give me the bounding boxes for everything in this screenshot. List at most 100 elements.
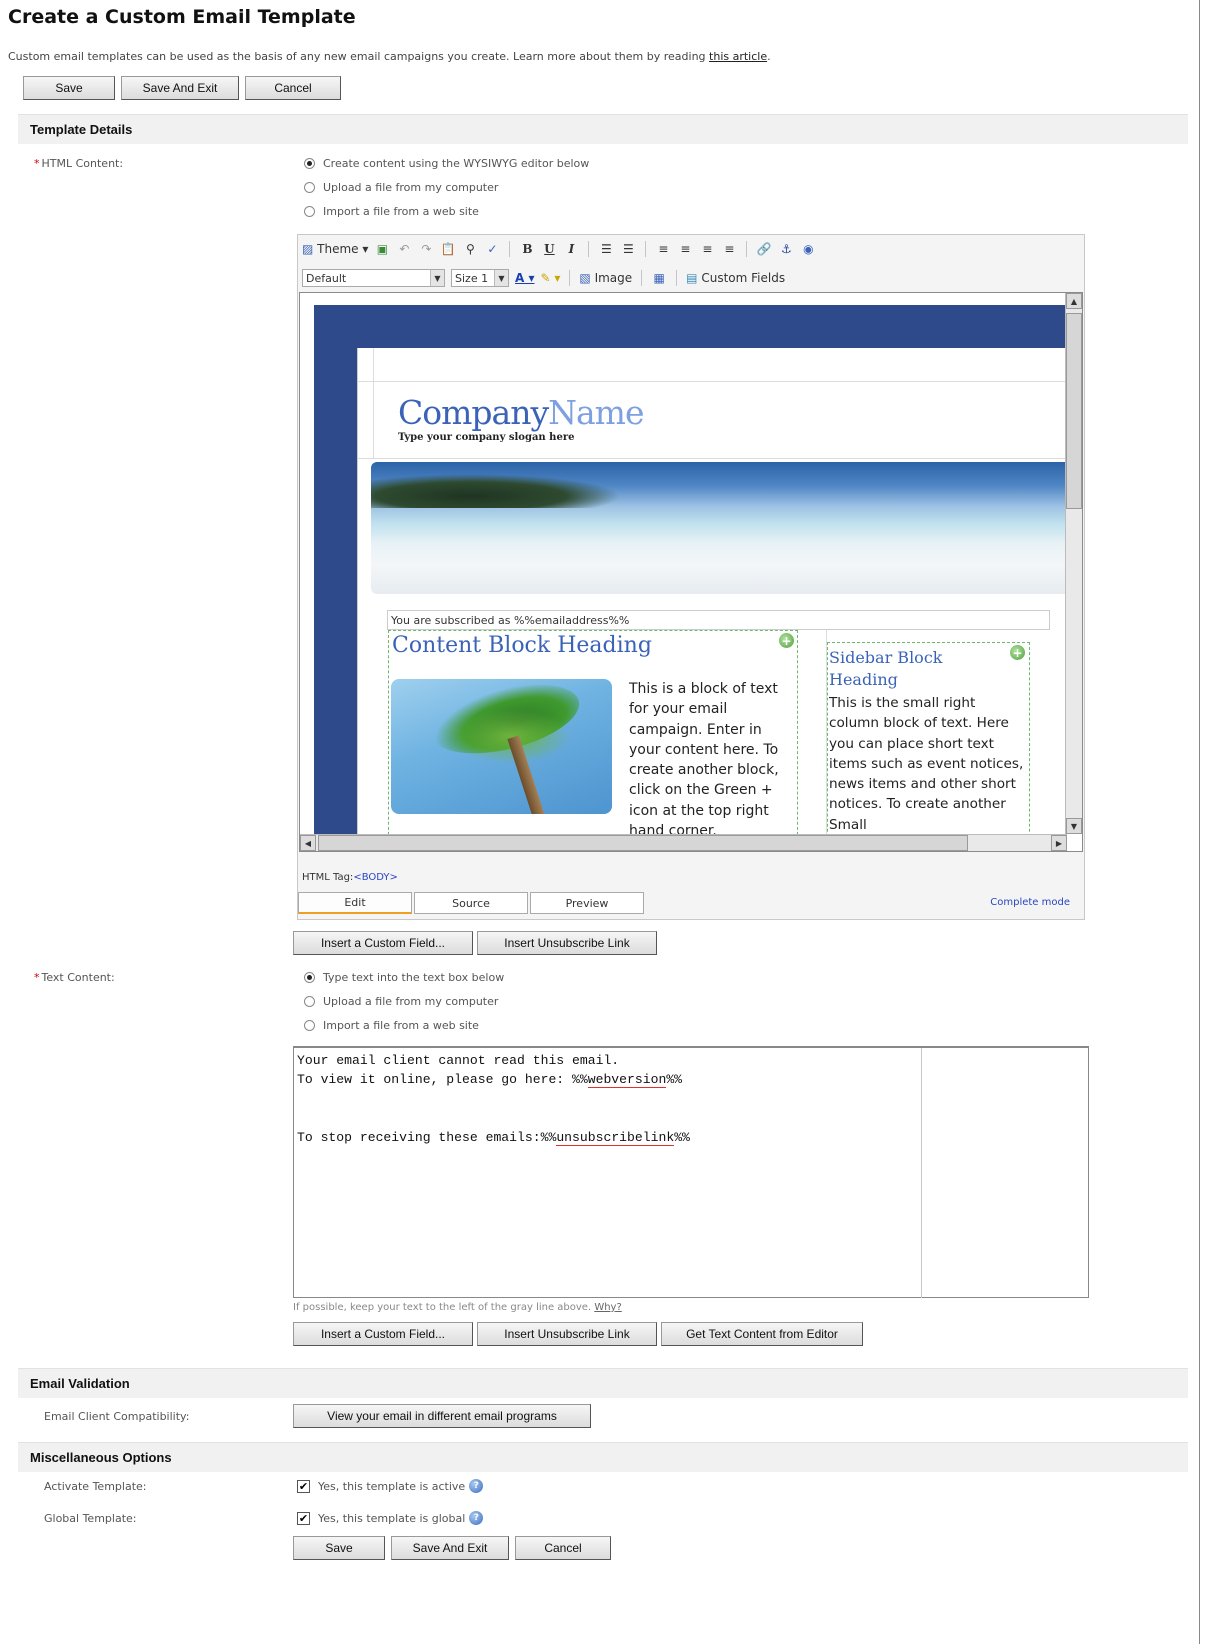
cancel-button-bottom[interactable]: Cancel (515, 1536, 611, 1560)
tab-source[interactable]: Source (414, 892, 528, 914)
radio-button[interactable] (304, 996, 315, 1007)
undo-icon[interactable]: ↶ (396, 240, 412, 258)
scrollbar-thumb[interactable] (318, 835, 968, 851)
help-icon[interactable]: ? (469, 1511, 484, 1525)
horizontal-scrollbar[interactable]: ◀ ▶ (300, 834, 1067, 851)
text-option-upload[interactable]: Upload a file from my computer (304, 995, 498, 1008)
custom-fields-label: Custom Fields (701, 271, 786, 285)
radio-button[interactable] (304, 158, 315, 169)
get-text-content-button[interactable]: Get Text Content from Editor (661, 1322, 863, 1346)
article-link[interactable]: this article (709, 50, 767, 63)
justify-icon[interactable]: ≡ (721, 240, 737, 258)
tab-edit[interactable]: Edit (298, 892, 412, 914)
intro-sentence: Custom email templates can be used as th… (8, 50, 710, 63)
sidebar-block[interactable]: Sidebar Block Heading + This is the smal… (827, 642, 1030, 851)
scroll-right-icon[interactable]: ▶ (1051, 835, 1067, 851)
insert-custom-field-button[interactable]: Insert a Custom Field... (293, 931, 473, 955)
tab-preview[interactable]: Preview (530, 892, 644, 914)
editor-canvas[interactable]: CompanyName Type your company slogan her… (299, 292, 1083, 852)
table-icon[interactable]: ▦ (651, 269, 667, 287)
page-title: Create a Custom Email Template (8, 6, 356, 28)
why-link[interactable]: Why? (594, 1302, 621, 1313)
text-width-guide-line (921, 1048, 922, 1298)
save-and-exit-button[interactable]: Save And Exit (121, 76, 239, 100)
redo-icon[interactable]: ↷ (418, 240, 434, 258)
view-in-email-programs-button[interactable]: View your email in different email progr… (293, 1404, 591, 1428)
global-template-option[interactable]: ✔ Yes, this template is global? (297, 1511, 484, 1525)
align-center-icon[interactable]: ≡ (677, 240, 693, 258)
text-content-value[interactable]: Your email client cannot read this email… (297, 1051, 690, 1147)
custom-fields-button[interactable]: ▤ Custom Fields (686, 269, 785, 287)
text-token-end: %% (674, 1129, 690, 1145)
underline-icon[interactable]: U (541, 240, 557, 258)
unordered-list-icon[interactable]: ☰ (620, 240, 636, 258)
radio-button[interactable] (304, 972, 315, 983)
spellcheck-icon[interactable]: ✓ (484, 240, 500, 258)
align-right-icon[interactable]: ≡ (699, 240, 715, 258)
bold-icon[interactable]: B (519, 240, 535, 258)
toolbar-separator (645, 241, 647, 257)
insert-image-button[interactable]: ▧ Image (579, 269, 632, 287)
vertical-scrollbar[interactable]: ▲ ▼ (1065, 293, 1082, 834)
text-option-import[interactable]: Import a file from a web site (304, 1019, 479, 1032)
activate-template-label: Activate Template: (44, 1480, 147, 1493)
help-icon[interactable]: ◉ (800, 240, 816, 258)
activate-template-text: Yes, this template is active (318, 1479, 466, 1493)
editor-toolbar-top: ▨ Theme ▾ ▣ ↶ ↷ 📋 ⚲ ✓ B U I ☰ ☰ ≡ ≡ ≡ ≡ … (298, 235, 1084, 263)
radio-button[interactable] (304, 1020, 315, 1031)
text-option-label: Type text into the text box below (323, 971, 505, 984)
toolbar-separator (588, 241, 590, 257)
find-icon[interactable]: ⚲ (462, 240, 478, 258)
link-icon[interactable]: 🔗 (756, 240, 772, 258)
size-select-value: Size 1 (455, 271, 489, 285)
align-left-icon[interactable]: ≡ (655, 240, 671, 258)
activate-template-checkbox[interactable]: ✔ (297, 1479, 310, 1493)
content-block[interactable]: Content Block Heading + This is a block … (388, 630, 798, 850)
text-line: To stop receiving these emails:%% (297, 1129, 557, 1145)
html-option-label: Import a file from a web site (323, 205, 479, 218)
html-tag-link[interactable]: <BODY> (353, 872, 398, 883)
complete-mode-link[interactable]: Complete mode (990, 897, 1070, 908)
scroll-left-icon[interactable]: ◀ (300, 835, 316, 851)
highlight-color-icon[interactable]: ✎ ▾ (541, 269, 561, 287)
text-token-end: %% (666, 1072, 683, 1088)
ordered-list-icon[interactable]: ☰ (598, 240, 614, 258)
theme-menu[interactable]: ▨ Theme ▾ (302, 240, 368, 258)
activate-template-option[interactable]: ✔ Yes, this template is active? (297, 1479, 484, 1493)
html-content-label: * HTML Content: (34, 157, 123, 170)
insert-unsubscribe-link-button-text[interactable]: Insert Unsubscribe Link (477, 1322, 657, 1346)
scroll-up-icon[interactable]: ▲ (1066, 293, 1082, 309)
scroll-down-icon[interactable]: ▼ (1066, 818, 1082, 834)
radio-button[interactable] (304, 182, 315, 193)
text-line: To view it online, please go here: %% (297, 1072, 588, 1088)
text-content-label: * Text Content: (34, 971, 115, 984)
add-sidebar-block-icon[interactable]: + (1010, 645, 1025, 660)
italic-icon[interactable]: I (563, 240, 579, 258)
wysiwyg-editor: ▨ Theme ▾ ▣ ↶ ↷ 📋 ⚲ ✓ B U I ☰ ☰ ≡ ≡ ≡ ≡ … (297, 234, 1085, 920)
html-option-wysiwyg[interactable]: Create content using the WYSIWYG editor … (304, 157, 589, 170)
insert-custom-field-button-text[interactable]: Insert a Custom Field... (293, 1322, 473, 1346)
global-template-checkbox[interactable]: ✔ (297, 1511, 310, 1525)
save-and-exit-button-bottom[interactable]: Save And Exit (391, 1536, 509, 1560)
help-icon[interactable]: ? (469, 1479, 484, 1493)
text-content-textarea[interactable]: Your email client cannot read this email… (293, 1046, 1089, 1298)
scrollbar-thumb[interactable] (1066, 313, 1082, 509)
radio-button[interactable] (304, 206, 315, 217)
hint-text: If possible, keep your text to the left … (293, 1302, 595, 1313)
anchor-icon[interactable]: ⚓ (778, 240, 794, 258)
html-option-upload[interactable]: Upload a file from my computer (304, 181, 498, 194)
html-tag-label: HTML Tag: (302, 872, 354, 883)
size-select[interactable]: Size 1 ▼ (451, 269, 509, 287)
paste-icon[interactable]: 📋 (440, 240, 456, 258)
save-button-bottom[interactable]: Save (293, 1536, 385, 1560)
save-button[interactable]: Save (23, 76, 115, 100)
add-block-icon[interactable]: + (779, 633, 794, 648)
font-color-icon[interactable]: A ▾ (515, 269, 535, 287)
intro-text: Custom email templates can be used as th… (8, 50, 771, 63)
image-manager-icon[interactable]: ▣ (374, 240, 390, 258)
insert-unsubscribe-link-button[interactable]: Insert Unsubscribe Link (477, 931, 657, 955)
text-option-type[interactable]: Type text into the text box below (304, 971, 504, 984)
html-option-import[interactable]: Import a file from a web site (304, 205, 479, 218)
font-select[interactable]: Default ▼ (302, 269, 445, 287)
cancel-button[interactable]: Cancel (245, 76, 341, 100)
